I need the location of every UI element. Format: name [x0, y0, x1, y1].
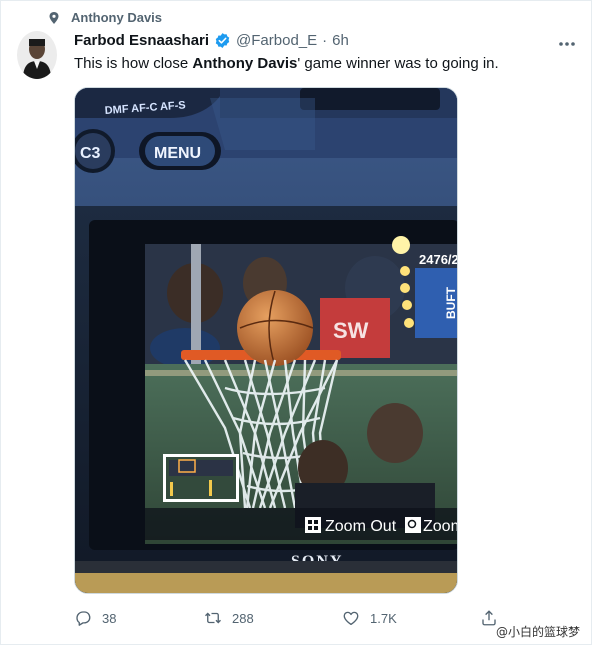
- author-handle[interactable]: @Farbod_E: [236, 32, 317, 49]
- menu-button-label: MENU: [154, 145, 201, 162]
- verified-badge-icon: [215, 33, 230, 48]
- reply-icon: [76, 611, 91, 626]
- zoom-out-label: Zoom Out: [325, 518, 397, 535]
- reply-count: 38: [102, 610, 117, 626]
- menu-button: MENU: [139, 132, 221, 170]
- tweet-media-photo[interactable]: DMF AF-C AF-S C3 MENU SW BUFT 2476/2 Zoo…: [74, 87, 458, 594]
- arena-sign-text: SW: [333, 318, 369, 343]
- tweet-header: Farbod Esnaashari @Farbod_E · 6h: [74, 32, 349, 49]
- zoom-out-control: Zoom Out: [305, 517, 397, 535]
- watermark-text: @小白的篮球梦: [496, 625, 581, 639]
- zoom-control: Zoom: [405, 517, 458, 535]
- zoom-thumbnail: [163, 454, 239, 502]
- separator-dot: ·: [322, 32, 328, 49]
- shot-counter: 2476/2: [419, 252, 458, 267]
- more-options-icon[interactable]: [558, 34, 576, 52]
- like-count: 1.7K: [370, 610, 397, 626]
- tweet-timestamp[interactable]: 6h: [332, 32, 349, 49]
- heart-icon: [343, 611, 359, 626]
- tweet-text-end: ' game winner was to going in.: [297, 55, 499, 72]
- avatar[interactable]: [17, 31, 57, 79]
- camera-photo: DMF AF-C AF-S C3 MENU SW BUFT 2476/2 Zoo…: [75, 88, 458, 593]
- c3-button-label: C3: [80, 145, 101, 162]
- tweet-text-start: This is how close: [74, 55, 193, 72]
- social-context-label: Anthony Davis: [71, 10, 163, 25]
- arena-board-text: BUFT: [444, 286, 458, 319]
- tweet-text: This is how close Anthony Davis' game wi…: [74, 54, 499, 74]
- zoom-label: Zoom: [423, 518, 458, 535]
- avatar-image: [17, 31, 57, 79]
- retweet-count: 288: [232, 610, 254, 626]
- retweet-icon: [205, 612, 221, 624]
- reply-button[interactable]: 38: [74, 609, 116, 627]
- retweet-button[interactable]: 288: [204, 609, 254, 627]
- topic-pin-icon: [49, 11, 59, 24]
- like-button[interactable]: 1.7K: [342, 609, 397, 627]
- mention-bold-text: Anthony Davis: [192, 55, 298, 72]
- social-context[interactable]: Anthony Davis: [47, 10, 162, 25]
- tweet-card: Anthony Davis Farbod Esnaashari @Farbod_…: [0, 0, 592, 645]
- tweet-actions: 38 288 1.7K: [74, 609, 504, 631]
- author-name[interactable]: Farbod Esnaashari: [74, 32, 209, 49]
